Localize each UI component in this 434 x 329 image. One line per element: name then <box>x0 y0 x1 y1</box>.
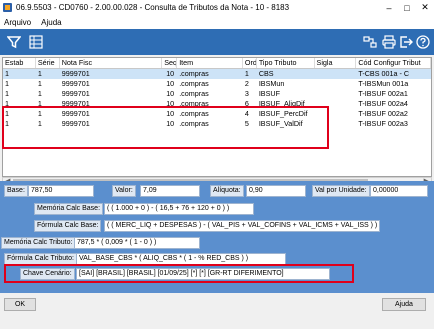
cell-nota-fisc: 9999701 <box>61 79 90 88</box>
cell-sigla <box>315 69 357 79</box>
col-seq[interactable]: Seq <box>162 58 178 68</box>
title-bar: 06.9.5503 - CD0760 - 2.00.00.028 - Consu… <box>0 0 434 15</box>
valor-label: Valor: <box>112 185 136 197</box>
base-value: 787,50 <box>28 185 94 197</box>
help-button[interactable]: Ajuda <box>382 298 426 311</box>
cell-estab: 1 <box>5 69 9 78</box>
cell-cod-configur: T-IBSMun 001a <box>358 79 409 88</box>
menu-ajuda[interactable]: Ajuda <box>41 18 61 27</box>
cell-estab: 1 <box>5 89 9 98</box>
footer-bar: OK Ajuda <box>0 293 434 315</box>
cell-tipo-tributo: IBSMun <box>258 79 285 88</box>
mem-calc-tributo-value: 787,5 * ( 0,009 * ( 1 - 0 ) ) <box>74 237 200 249</box>
cell-item: .compras <box>179 69 209 78</box>
cell-estab: 1 <box>5 79 9 88</box>
cell-item: .compras <box>179 89 209 98</box>
cell-seq: 10 <box>166 89 175 98</box>
aliquota-value: 0,90 <box>246 185 306 197</box>
col-cod-configur[interactable]: Cód Configur Tribut <box>356 58 431 68</box>
maximize-button[interactable]: □ <box>398 3 416 13</box>
table-row[interactable]: 1 1 9999701 10 .compras 3 IBSUF T-IBSUF 002a1 <box>3 89 431 99</box>
minimize-button[interactable]: – <box>380 3 398 13</box>
col-tipo-tributo[interactable]: Tipo Tributo <box>257 58 315 68</box>
col-serie[interactable]: Série <box>36 58 60 68</box>
cell-ord: 1 <box>244 69 249 78</box>
vpu-label: Val por Unidade: <box>312 185 370 197</box>
print-icon[interactable] <box>381 34 397 50</box>
col-sigla[interactable]: Sigla <box>315 58 357 68</box>
menu-bar: Arquivo Ajuda <box>0 15 434 29</box>
formula-calc-base-value: ( ( MERC_LIQ + DESPESAS ) - ( VAL_PIS + … <box>104 220 380 232</box>
cell-cod-configur: T-CBS 001a - C <box>358 69 410 78</box>
col-item[interactable]: Item <box>177 58 243 68</box>
cell-serie: 1 <box>37 79 42 88</box>
cell-tipo-tributo: CBS <box>258 69 274 78</box>
main-window: 06.9.5503 - CD0760 - 2.00.00.028 - Consu… <box>0 0 434 329</box>
mem-calc-base-label: Memória Calc Base: <box>34 203 104 215</box>
highlight-rows-box <box>2 106 329 149</box>
cell-seq: 10 <box>166 79 175 88</box>
close-button[interactable]: ✕ <box>416 2 434 13</box>
base-label: Base: <box>4 185 28 197</box>
help-icon[interactable] <box>415 34 431 50</box>
cell-cod-configur: T-IBSUF 002a2 <box>358 109 408 118</box>
cell-seq: 10 <box>166 69 175 78</box>
menu-arquivo[interactable]: Arquivo <box>4 18 31 27</box>
cell-item: .compras <box>179 79 209 88</box>
filter-icon[interactable] <box>6 34 22 50</box>
mem-calc-base-value: ( ( 1.000 + 0 ) - ( 16,5 + 76 + 120 + 0 … <box>104 203 254 215</box>
exit-icon[interactable] <box>398 34 414 50</box>
mem-calc-tributo-label: Memória Calc Tributo: <box>1 237 76 249</box>
vpu-value: 0,00000 <box>370 185 428 197</box>
col-estab[interactable]: Estab <box>3 58 36 68</box>
cell-ord: 3 <box>244 89 249 98</box>
ok-button[interactable]: OK <box>4 298 36 311</box>
col-nota-fisc[interactable]: Nota Fisc <box>60 58 163 68</box>
col-ord[interactable]: Ord <box>243 58 257 68</box>
cell-nota-fisc: 9999701 <box>61 89 90 98</box>
valor-value: 7,09 <box>140 185 200 197</box>
cell-ord: 2 <box>244 79 249 88</box>
cell-sigla <box>315 79 357 89</box>
cell-serie: 1 <box>37 69 42 78</box>
formula-calc-base-label: Fórmula Calc Base: <box>34 220 102 232</box>
grid-export-icon[interactable] <box>28 34 44 50</box>
cell-tipo-tributo: IBSUF <box>258 89 280 98</box>
aliquota-label: Alíquota: <box>210 185 244 197</box>
window-title: 06.9.5503 - CD0760 - 2.00.00.028 - Consu… <box>16 3 290 12</box>
table-row[interactable]: 1 1 9999701 10 .compras 2 IBSMun T-IBSMun 001a <box>3 79 431 89</box>
cell-nota-fisc: 9999701 <box>61 69 90 78</box>
cell-cod-configur: T-IBSUF 002a3 <box>358 119 408 128</box>
highlight-chave-box <box>4 264 354 283</box>
cell-sigla <box>315 89 357 99</box>
cell-cod-configur: T-IBSUF 002a4 <box>358 99 408 108</box>
cell-serie: 1 <box>37 89 42 98</box>
cell-cod-configur: T-IBSUF 002a1 <box>358 89 408 98</box>
grid-header: Estab Série Nota Fisc Seq Item Ord Tipo … <box>3 58 431 69</box>
layout-icon[interactable] <box>362 34 378 50</box>
toolbar <box>0 29 434 55</box>
app-icon <box>3 3 12 12</box>
table-row[interactable]: 1 1 9999701 10 .compras 1 CBS T-CBS 001a - C <box>3 69 431 79</box>
